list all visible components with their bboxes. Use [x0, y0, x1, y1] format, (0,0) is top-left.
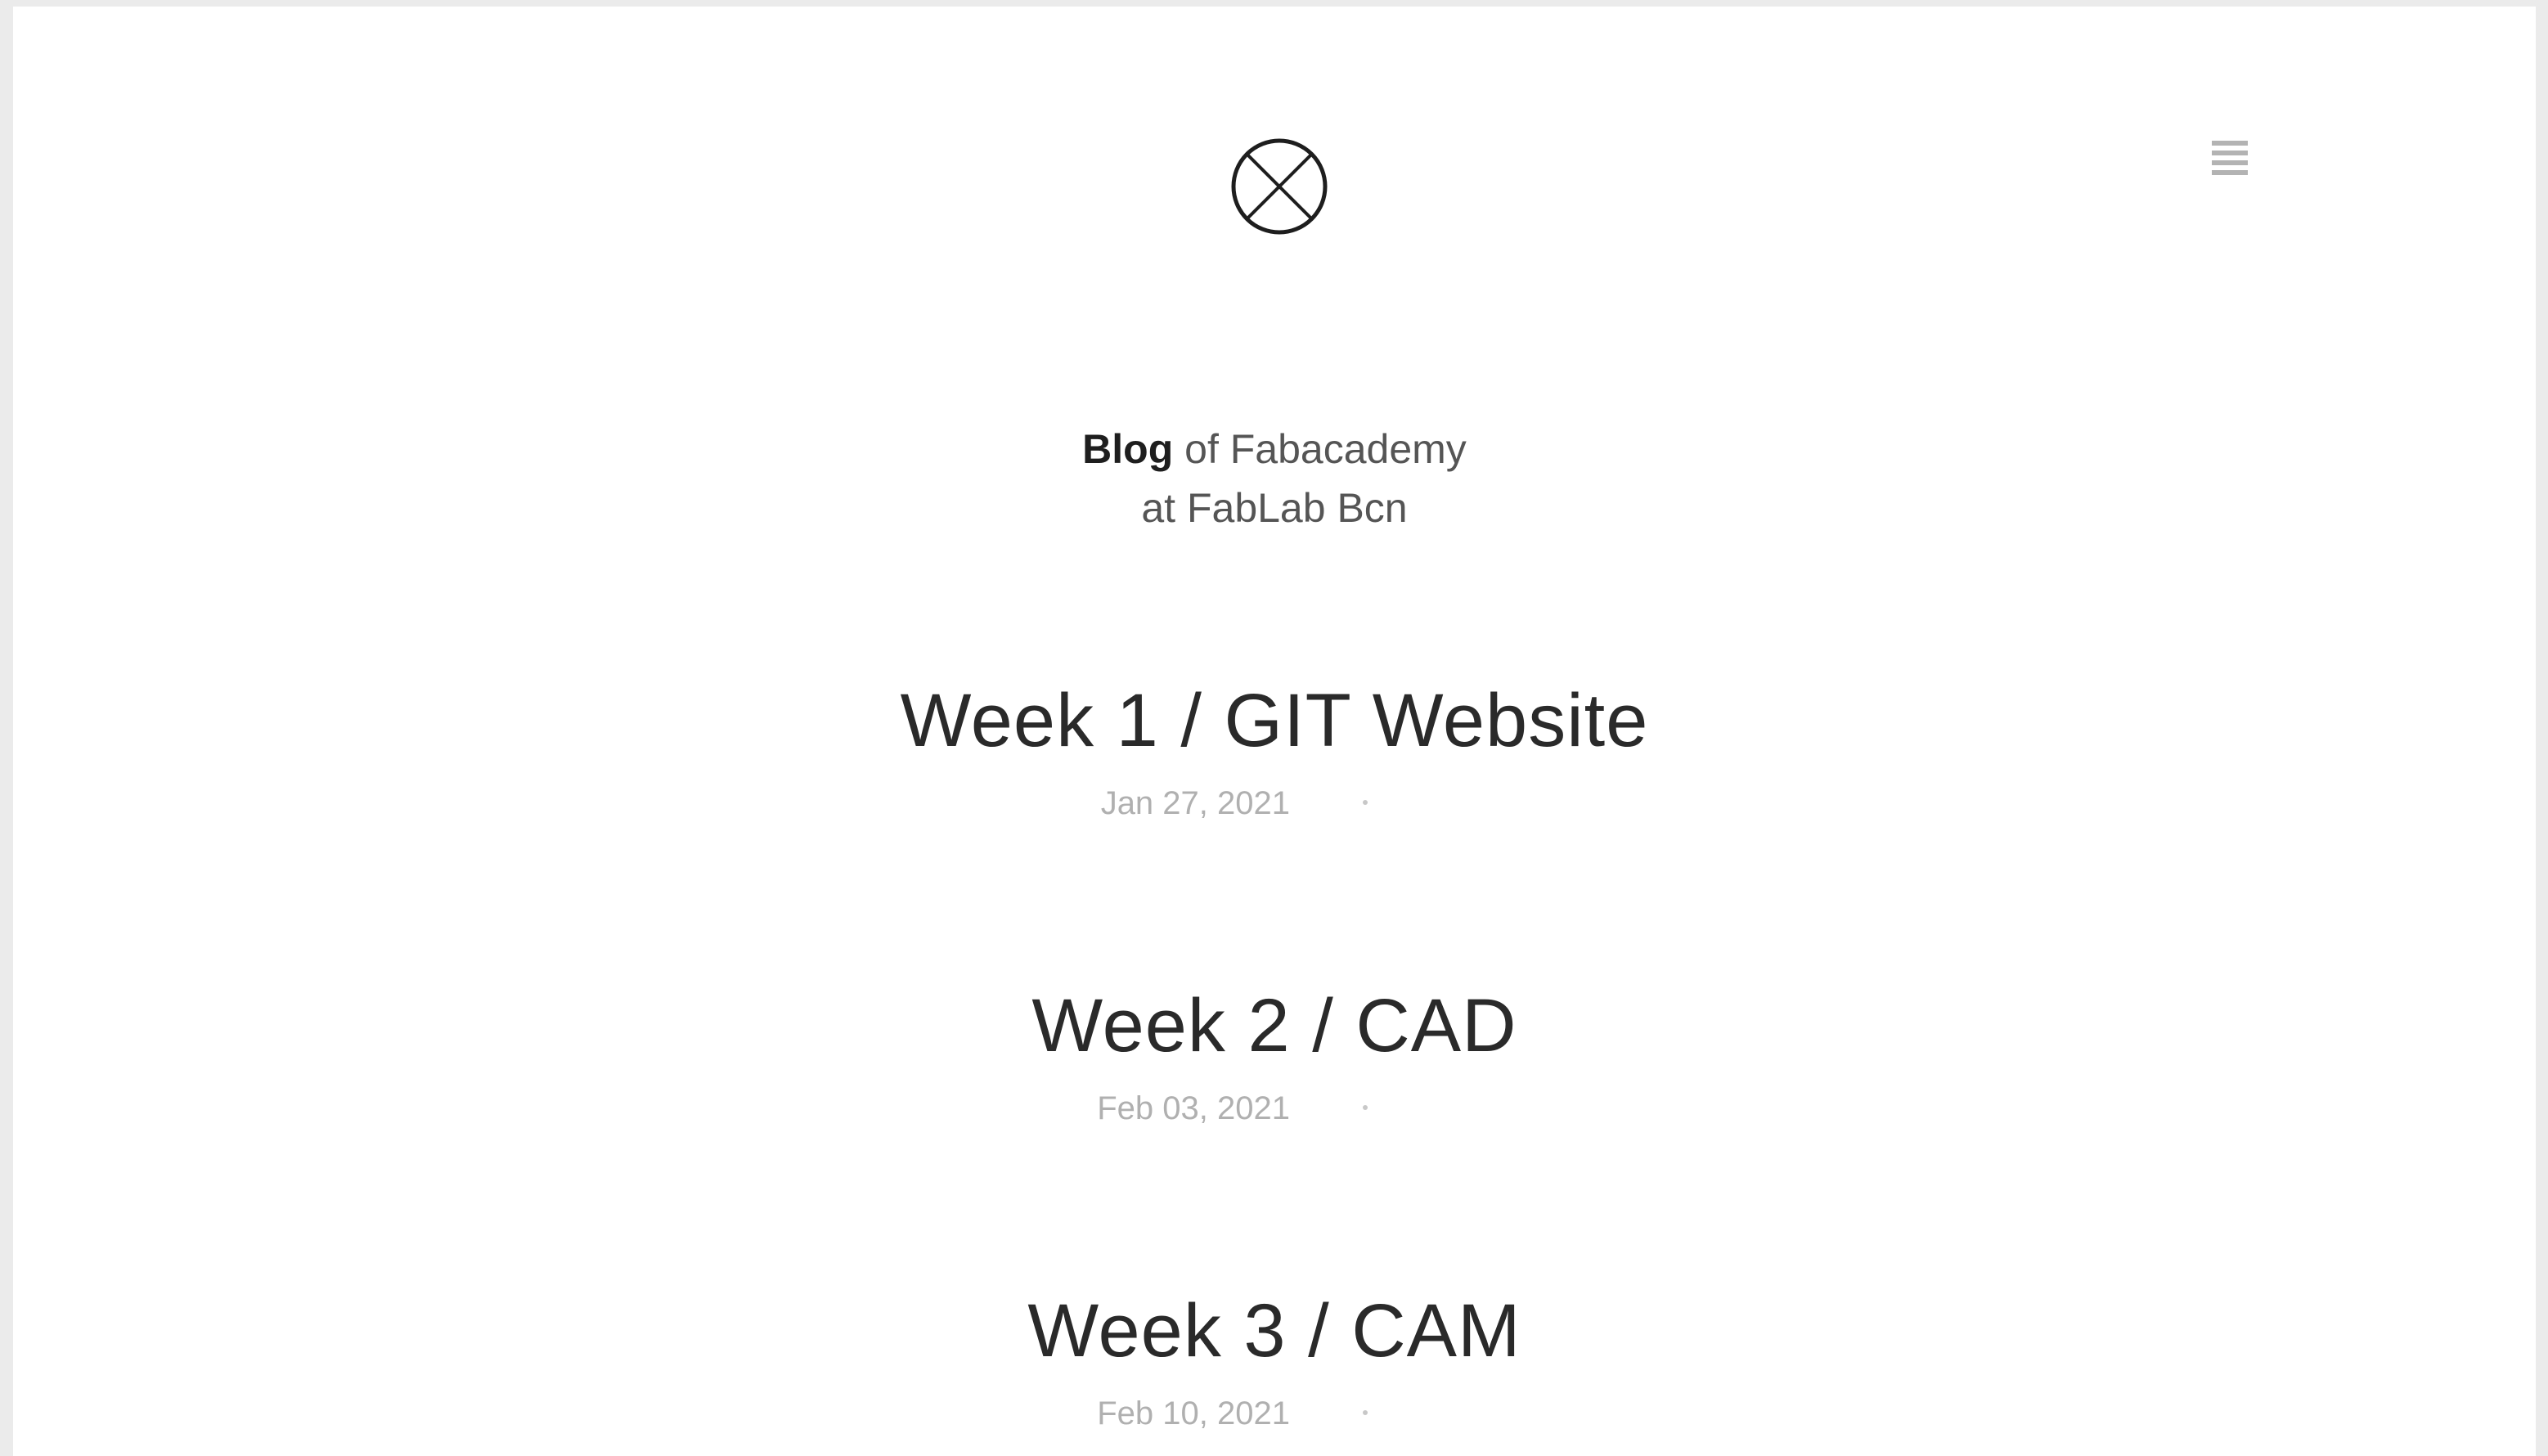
- circled-x-icon: [1231, 138, 1328, 235]
- site-title-line-1: Blog of Fabacademy: [13, 420, 2536, 479]
- page: Blog of Fabacademy at FabLab Bcn Week 1 …: [13, 7, 2536, 1456]
- post-item: Week 3 / CAM Feb 10, 2021: [13, 1286, 2536, 1438]
- post-title-link[interactable]: Week 2 / CAD: [13, 981, 2536, 1071]
- post-item: Week 1 / GIT Website Jan 27, 2021: [13, 676, 2536, 828]
- post-item: Week 2 / CAD Feb 03, 2021: [13, 981, 2536, 1133]
- post-title-link[interactable]: Week 3 / CAM: [13, 1286, 2536, 1376]
- site-title-rest: of Fabacademy: [1184, 426, 1467, 472]
- site-title-line-2: at FabLab Bcn: [1141, 485, 1408, 531]
- site-title-strong: Blog: [1082, 426, 1174, 472]
- post-date: Jan 27, 2021: [1100, 785, 1290, 821]
- menu-bar: [2212, 141, 2248, 146]
- site-title: Blog of Fabacademy at FabLab Bcn: [13, 420, 2536, 537]
- post-meta: Feb 10, 2021: [13, 1389, 2536, 1438]
- post-date: Feb 03, 2021: [1097, 1090, 1290, 1126]
- menu-bar: [2212, 151, 2248, 155]
- post-meta: Feb 03, 2021: [13, 1084, 2536, 1133]
- post-date: Feb 10, 2021: [1097, 1395, 1290, 1431]
- post-title-link[interactable]: Week 1 / GIT Website: [13, 676, 2536, 766]
- meta-separator-dot: [1363, 1410, 1368, 1415]
- menu-bar: [2212, 170, 2248, 175]
- post-meta: Jan 27, 2021: [13, 779, 2536, 828]
- menu-bar: [2212, 160, 2248, 165]
- meta-separator-dot: [1363, 1105, 1368, 1110]
- meta-separator-dot: [1363, 800, 1368, 805]
- logo-link[interactable]: [1229, 137, 1329, 236]
- hamburger-menu-icon[interactable]: [2212, 141, 2248, 175]
